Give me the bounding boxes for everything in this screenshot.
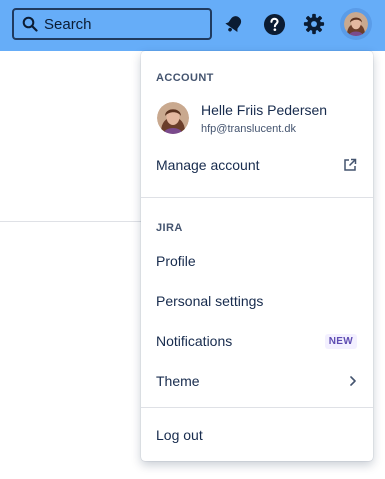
user-name: Helle Friis Pedersen	[201, 102, 328, 118]
notifications-menu-item[interactable]: Notifications NEW	[141, 323, 373, 359]
theme-label: Theme	[156, 373, 200, 389]
new-badge: NEW	[324, 333, 357, 349]
search-icon	[22, 16, 38, 32]
menu-separator	[141, 407, 373, 408]
external-link-icon	[343, 147, 357, 183]
settings-gear-icon[interactable]	[302, 12, 326, 36]
notifications-label: Notifications	[156, 333, 233, 349]
profile-label: Profile	[156, 253, 196, 269]
top-navigation-bar	[0, 0, 385, 51]
account-section-title: ACCOUNT	[156, 72, 214, 84]
personal-settings-label: Personal settings	[156, 293, 264, 309]
user-profile-summary: Helle Friis Pedersen hfp@translucent.dk	[157, 102, 367, 138]
new-badge-wrapper: NEW	[324, 323, 357, 359]
page-divider	[0, 221, 150, 222]
search-box[interactable]	[12, 8, 212, 40]
notification-bell-icon[interactable]	[222, 12, 246, 36]
user-email: hfp@translucent.dk	[201, 123, 296, 135]
profile-avatar-button[interactable]	[340, 8, 372, 40]
account-dropdown-menu: ACCOUNT Helle Friis Pedersen hfp@translu…	[141, 51, 373, 461]
log-out-label: Log out	[156, 427, 203, 443]
profile-menu-item[interactable]: Profile	[141, 243, 373, 279]
log-out-menu-item[interactable]: Log out	[141, 417, 373, 453]
theme-menu-item[interactable]: Theme	[141, 363, 373, 399]
chevron-right-icon	[349, 363, 357, 399]
avatar	[344, 12, 368, 36]
manage-account-link[interactable]: Manage account	[141, 147, 373, 183]
search-input[interactable]	[44, 15, 194, 33]
menu-separator	[141, 197, 373, 198]
personal-settings-menu-item[interactable]: Personal settings	[141, 283, 373, 319]
manage-account-label: Manage account	[156, 157, 260, 173]
user-avatar	[157, 102, 189, 134]
help-icon[interactable]	[262, 12, 286, 36]
jira-section-title: JIRA	[156, 222, 183, 234]
